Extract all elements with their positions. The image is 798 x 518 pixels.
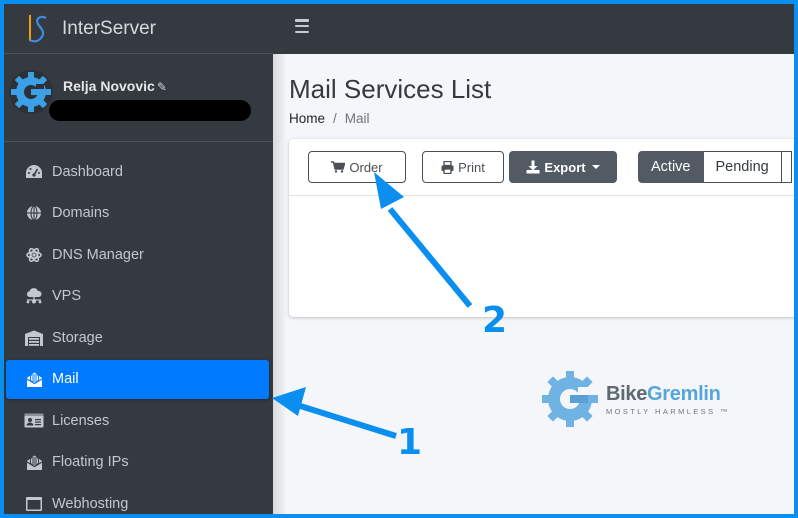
sidebar-item-mail[interactable]: Mail bbox=[6, 359, 269, 399]
watermark-subtitle: MOSTLY HARMLESS ™ bbox=[606, 406, 730, 416]
sidebar-item-webhosting[interactable]: Webhosting bbox=[6, 484, 269, 514]
tachometer-icon bbox=[24, 163, 44, 181]
bikegremlin-gear-logo-icon bbox=[542, 371, 598, 427]
print-button[interactable]: Print bbox=[422, 151, 504, 183]
hamburger-icon[interactable] bbox=[295, 19, 309, 33]
bikegremlin-watermark: BikeGremlin MOSTLY HARMLESS ™ bbox=[538, 367, 730, 431]
sidebar-item-label: DNS Manager bbox=[52, 246, 144, 263]
avatar[interactable] bbox=[8, 69, 54, 115]
envelope-open-text-icon bbox=[24, 370, 44, 388]
interserver-logo-icon bbox=[29, 14, 47, 42]
brand[interactable]: InterServer bbox=[4, 4, 273, 54]
main-content: Mail Services List Home / Mail Order Pri… bbox=[273, 54, 794, 514]
breadcrumb-home-link[interactable]: Home bbox=[289, 111, 325, 126]
sidebar: InterServer Relja Novovic ✎ Dashboard Do… bbox=[4, 4, 273, 514]
export-dropdown-button[interactable]: Export bbox=[509, 151, 617, 183]
sidebar-item-label: Licenses bbox=[52, 412, 110, 429]
app-window: InterServer Relja Novovic ✎ Dashboard Do… bbox=[4, 4, 794, 514]
globe-icon bbox=[24, 204, 44, 222]
sidebar-item-label: Floating IPs bbox=[52, 454, 129, 470]
watermark-title: BikeGremlin bbox=[606, 382, 721, 405]
window-icon bbox=[24, 495, 44, 513]
top-navbar bbox=[273, 4, 794, 54]
file-download-icon bbox=[526, 160, 540, 174]
sidebar-item-dns-manager[interactable]: DNS Manager bbox=[6, 235, 269, 274]
sidebar-item-label: Mail bbox=[52, 371, 79, 387]
shopping-cart-icon bbox=[331, 161, 346, 173]
sidebar-item-dashboard[interactable]: Dashboard bbox=[6, 152, 269, 191]
id-card-icon bbox=[24, 412, 44, 430]
redacted-email bbox=[49, 100, 251, 121]
page-title: Mail Services List bbox=[289, 74, 492, 104]
sidebar-item-label: Webhosting bbox=[52, 495, 129, 512]
breadcrumb: Home / Mail bbox=[289, 111, 370, 126]
sidebar-item-vps[interactable]: VPS bbox=[6, 277, 269, 316]
sidebar-shadow bbox=[273, 54, 287, 514]
user-panel: Relja Novovic ✎ bbox=[4, 54, 273, 142]
sidebar-item-domains[interactable]: Domains bbox=[6, 194, 269, 233]
print-icon bbox=[441, 160, 454, 174]
card-toolbar: Order Print Export Active Pending bbox=[289, 139, 794, 196]
envelope-open-icon bbox=[24, 453, 44, 471]
sidebar-item-label: Storage bbox=[52, 329, 103, 346]
order-button[interactable]: Order bbox=[308, 151, 406, 183]
status-filter-group: Active Pending bbox=[638, 151, 792, 183]
brand-name: InterServer bbox=[62, 17, 156, 39]
filter-pending-button[interactable]: Pending bbox=[703, 151, 782, 183]
breadcrumb-separator: / bbox=[333, 111, 337, 126]
breadcrumb-current: Mail bbox=[344, 111, 370, 126]
annotation-label-1: 1 bbox=[397, 422, 423, 463]
mail-services-card: Order Print Export Active Pending bbox=[289, 139, 794, 317]
sidebar-item-label: Dashboard bbox=[52, 163, 123, 180]
sidebar-item-licenses[interactable]: Licenses bbox=[6, 401, 269, 440]
sidebar-item-floating-ips[interactable]: Floating IPs bbox=[6, 443, 269, 482]
filter-active-button[interactable]: Active bbox=[638, 151, 704, 183]
warehouse-icon bbox=[24, 329, 44, 347]
atom-icon bbox=[24, 246, 44, 264]
user-name[interactable]: Relja Novovic ✎ bbox=[63, 78, 167, 94]
filter-more-button[interactable] bbox=[781, 151, 792, 183]
annotation-label-2: 2 bbox=[482, 300, 508, 341]
caret-down-icon bbox=[591, 165, 600, 169]
sidebar-item-label: VPS bbox=[52, 288, 82, 304]
sidebar-item-label: Domains bbox=[52, 205, 110, 221]
cloud-network-icon bbox=[24, 287, 44, 305]
sidebar-nav: Dashboard Domains DNS Manager VPS Storag… bbox=[4, 142, 273, 514]
sidebar-item-storage[interactable]: Storage bbox=[6, 318, 269, 357]
pencil-icon[interactable]: ✎ bbox=[157, 80, 167, 94]
